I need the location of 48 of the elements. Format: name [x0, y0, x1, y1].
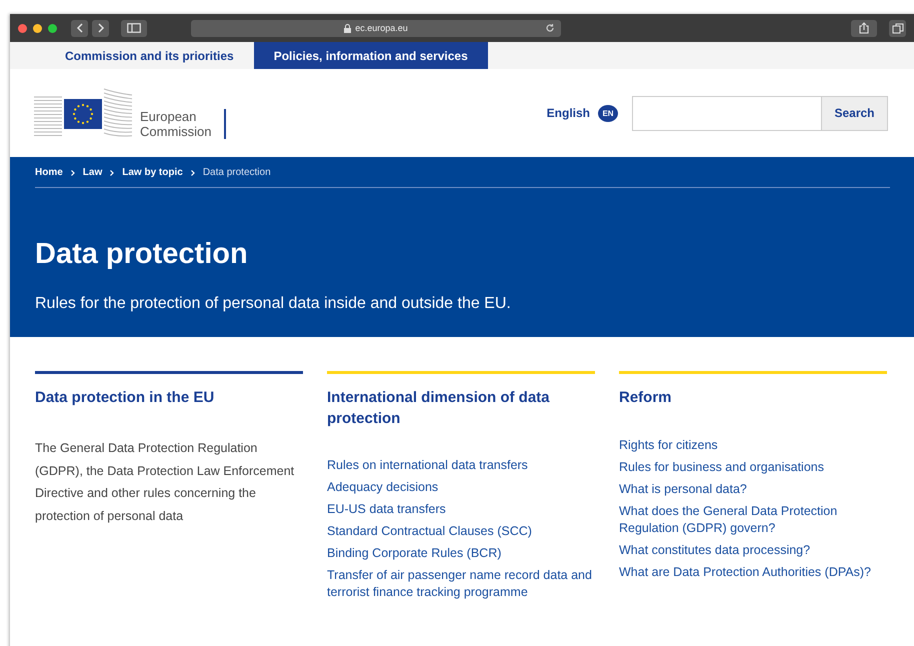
forward-button[interactable] — [92, 20, 109, 36]
topic-link[interactable]: What does the General Data Protection Regulation (GDPR) govern? — [619, 503, 887, 537]
chevron-right-icon — [70, 168, 76, 176]
chevron-right-icon — [190, 168, 196, 176]
column-heading[interactable]: International dimension of data protection — [327, 387, 595, 437]
topic-link[interactable]: Adequacy decisions — [327, 479, 595, 496]
site-tab[interactable]: Policies, information and services — [254, 42, 488, 69]
lock-icon — [344, 24, 352, 32]
topic-link[interactable]: What is personal data? — [619, 481, 887, 498]
breadcrumb-link[interactable]: Law by topic — [122, 167, 183, 178]
topic-link[interactable]: Standard Contractual Clauses (SCC) — [327, 523, 595, 540]
chevron-right-icon — [109, 168, 116, 176]
topic-link[interactable]: What are Data Protection Authorities (DPAs)? — [619, 564, 887, 581]
topic-link[interactable]: Rights for citizens — [619, 437, 887, 454]
column-description: The General Data Protection Regulation (GDPR), the Data Protection Law Enforcement Directive and other rules concerning the protection of personal data — [35, 440, 296, 525]
topic-link[interactable]: What constitutes data processing? — [619, 542, 887, 559]
share-button[interactable] — [851, 20, 877, 36]
sidebar-button[interactable] — [121, 20, 147, 36]
topic-link[interactable]: Rules for business and organisations — [619, 459, 887, 476]
reload-icon[interactable] — [545, 22, 555, 32]
breadcrumb-link[interactable]: Home — [35, 167, 63, 178]
topic-link[interactable]: Transfer of air passenger name record data and terrorist finance tracking programme — [327, 567, 595, 601]
site-tab[interactable]: Commission and its priorities — [45, 42, 254, 69]
column-heading[interactable]: Data protection in the EU — [35, 387, 303, 437]
logo-text: European — [140, 109, 198, 124]
topic-link[interactable]: Binding Corporate Rules (BCR) — [327, 545, 595, 562]
tabs-button[interactable] — [889, 20, 906, 36]
sidebar-icon — [127, 23, 141, 33]
column-heading[interactable]: Reform — [619, 387, 887, 437]
breadcrumb-link[interactable]: Law — [82, 167, 102, 178]
back-button[interactable] — [71, 20, 88, 36]
share-icon — [859, 22, 869, 34]
chevron-left-icon — [76, 23, 84, 33]
minimize-icon[interactable] — [33, 24, 42, 32]
language-code-badge[interactable]: EN — [598, 104, 618, 122]
address-text: ec.europa.eu — [355, 23, 408, 33]
commission-logo-icon — [34, 87, 134, 139]
page-title: Data protection — [35, 238, 249, 271]
language-link[interactable]: English — [546, 106, 590, 120]
close-icon[interactable] — [18, 24, 27, 32]
page-subtitle: Rules for the protection of personal data inside and outside the EU. — [35, 295, 512, 313]
maximize-icon[interactable] — [48, 24, 57, 32]
tabs-icon — [892, 22, 904, 34]
address-bar[interactable]: ec.europa.eu — [191, 20, 561, 36]
topic-link[interactable]: EU-US data transfers — [327, 501, 595, 518]
topic-link[interactable]: Rules on international data transfers — [327, 457, 595, 474]
chevron-right-icon — [96, 23, 104, 33]
logo-text: Commission — [140, 124, 212, 139]
